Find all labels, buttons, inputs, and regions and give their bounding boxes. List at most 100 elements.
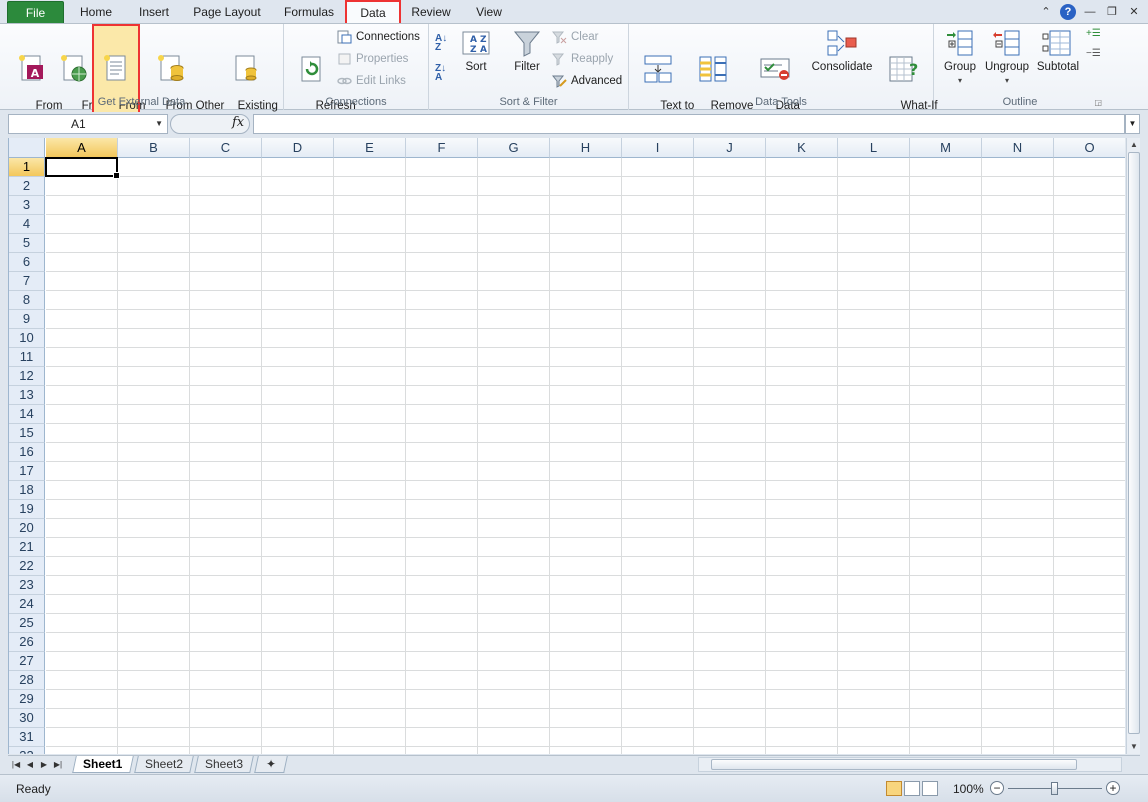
prev-sheet-icon[interactable]: ◀ (24, 758, 36, 772)
row-header-30[interactable]: 30 (9, 709, 45, 728)
sheet-tab-sheet3[interactable]: Sheet3 (194, 756, 254, 773)
group-button[interactable]: Group ▾ (938, 27, 982, 87)
row-header-15[interactable]: 15 (9, 424, 45, 443)
page-layout-view-icon[interactable] (904, 781, 920, 796)
row-header-27[interactable]: 27 (9, 652, 45, 671)
first-sheet-icon[interactable]: |◀ (10, 758, 22, 772)
row-header-3[interactable]: 3 (9, 196, 45, 215)
name-box[interactable]: A1 ▼ (8, 114, 168, 134)
minimize-icon[interactable]: — (1082, 4, 1098, 20)
column-header-l[interactable]: L (838, 138, 910, 158)
zoom-level[interactable]: 100% (953, 782, 984, 796)
column-header-o[interactable]: O (1054, 138, 1125, 158)
row-header-14[interactable]: 14 (9, 405, 45, 424)
zoom-knob[interactable] (1051, 782, 1058, 795)
column-header-c[interactable]: C (190, 138, 262, 158)
column-header-e[interactable]: E (334, 138, 406, 158)
tab-view[interactable]: View (464, 1, 514, 23)
column-header-h[interactable]: H (550, 138, 622, 158)
tab-formulas[interactable]: Formulas (276, 1, 342, 23)
consolidate-button[interactable]: Consolidate (809, 27, 875, 74)
close-icon[interactable]: ✕ (1126, 4, 1142, 20)
sort-z-to-a-button[interactable]: Z↓ A (435, 64, 453, 84)
tab-data[interactable]: Data (345, 0, 401, 26)
advanced-button[interactable]: Advanced (551, 72, 622, 90)
show-detail-button[interactable]: +☰ (1086, 28, 1102, 42)
ungroup-button[interactable]: Ungroup ▾ (982, 27, 1032, 87)
column-header-d[interactable]: D (262, 138, 334, 158)
row-header-1[interactable]: 1 (9, 158, 45, 177)
zoom-slider[interactable]: − + (990, 781, 1122, 797)
tab-file[interactable]: File (7, 1, 64, 23)
name-box-dropdown-icon[interactable]: ▼ (155, 115, 163, 133)
row-header-10[interactable]: 10 (9, 329, 45, 348)
insert-sheet-button[interactable]: ✦ (254, 756, 288, 773)
column-header-i[interactable]: I (622, 138, 694, 158)
row-header-24[interactable]: 24 (9, 595, 45, 614)
column-header-k[interactable]: K (766, 138, 838, 158)
row-header-8[interactable]: 8 (9, 291, 45, 310)
row-header-17[interactable]: 17 (9, 462, 45, 481)
connections-button[interactable]: Connections (336, 28, 420, 46)
sort-button[interactable]: AZZA Sort (459, 27, 493, 74)
help-icon[interactable]: ? (1060, 4, 1076, 20)
row-header-32[interactable]: 32 (9, 747, 45, 754)
row-header-4[interactable]: 4 (9, 215, 45, 234)
zoom-out-icon[interactable]: − (990, 781, 1004, 795)
row-header-31[interactable]: 31 (9, 728, 45, 747)
row-header-12[interactable]: 12 (9, 367, 45, 386)
collapse-ribbon-icon[interactable]: ⌃ (1038, 4, 1054, 20)
hide-detail-button[interactable]: −☰ (1086, 48, 1102, 62)
column-header-f[interactable]: F (406, 138, 478, 158)
cell-area[interactable] (46, 158, 1125, 754)
last-sheet-icon[interactable]: ▶| (52, 758, 64, 772)
row-header-25[interactable]: 25 (9, 614, 45, 633)
expand-formula-bar-icon[interactable]: ▼ (1125, 114, 1140, 134)
vertical-scrollbar[interactable]: ▲ ▼ (1126, 138, 1140, 754)
column-header-j[interactable]: J (694, 138, 766, 158)
horizontal-scroll-thumb[interactable] (711, 759, 1077, 770)
row-header-18[interactable]: 18 (9, 481, 45, 500)
row-header-29[interactable]: 29 (9, 690, 45, 709)
horizontal-scrollbar[interactable] (698, 757, 1122, 772)
next-sheet-icon[interactable]: ▶ (38, 758, 50, 772)
reapply-button[interactable]: Reapply (551, 50, 613, 68)
column-header-g[interactable]: G (478, 138, 550, 158)
select-all-button[interactable] (9, 138, 45, 158)
row-header-28[interactable]: 28 (9, 671, 45, 690)
column-header-b[interactable]: B (118, 138, 190, 158)
dialog-launcher-icon[interactable]: ◲ (1094, 98, 1102, 107)
tab-insert[interactable]: Insert (128, 1, 180, 23)
tab-review[interactable]: Review (404, 1, 458, 23)
row-header-22[interactable]: 22 (9, 557, 45, 576)
column-header-n[interactable]: N (982, 138, 1054, 158)
column-header-a[interactable]: A (46, 138, 118, 158)
filter-button[interactable]: Filter (507, 27, 547, 74)
sort-a-to-z-button[interactable]: A↓ Z (435, 34, 453, 54)
clear-button[interactable]: Clear (551, 28, 598, 46)
row-header-26[interactable]: 26 (9, 633, 45, 652)
row-header-11[interactable]: 11 (9, 348, 45, 367)
sheet-tab-sheet1[interactable]: Sheet1 (72, 756, 134, 773)
zoom-in-icon[interactable]: + (1106, 781, 1120, 795)
row-header-20[interactable]: 20 (9, 519, 45, 538)
row-header-9[interactable]: 9 (9, 310, 45, 329)
row-header-13[interactable]: 13 (9, 386, 45, 405)
active-cell-a1[interactable] (45, 157, 120, 179)
row-header-5[interactable]: 5 (9, 234, 45, 253)
edit-links-button[interactable]: Edit Links (336, 72, 406, 90)
tab-page-layout[interactable]: Page Layout (188, 1, 266, 23)
insert-function-button[interactable]: fx (232, 115, 244, 130)
normal-view-icon[interactable] (886, 781, 902, 796)
page-break-view-icon[interactable] (922, 781, 938, 796)
restore-icon[interactable]: ❐ (1104, 4, 1120, 20)
properties-button[interactable]: Properties (336, 50, 408, 68)
row-header-23[interactable]: 23 (9, 576, 45, 595)
row-header-2[interactable]: 2 (9, 177, 45, 196)
row-header-7[interactable]: 7 (9, 272, 45, 291)
tab-home[interactable]: Home (72, 1, 120, 23)
formula-input[interactable] (253, 114, 1125, 134)
sheet-tab-sheet2[interactable]: Sheet2 (134, 756, 194, 773)
scroll-down-icon[interactable]: ▼ (1127, 740, 1141, 754)
vertical-scroll-thumb[interactable] (1128, 152, 1140, 734)
